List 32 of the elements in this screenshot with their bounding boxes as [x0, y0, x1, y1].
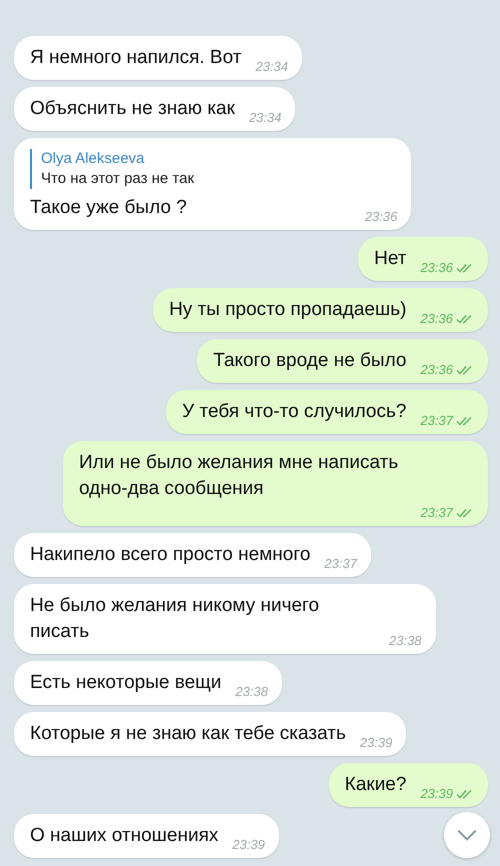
- message-time: 23:38: [235, 684, 268, 699]
- message-time: 23:36: [420, 311, 453, 326]
- message-time: 23:34: [248, 110, 282, 125]
- message-time: 23:37: [420, 505, 453, 520]
- message-text: У тебя что-то случилось?: [182, 400, 406, 424]
- message-text: Или не было желания мне написать одно-два сообщения: [79, 451, 400, 501]
- message-time: 23:37: [420, 413, 453, 428]
- message-text: Такое уже было ?: [30, 196, 187, 220]
- message-time: 23:39: [232, 837, 265, 852]
- message-text: Накипело всего просто немного: [30, 543, 310, 567]
- message-text: Нет: [374, 247, 406, 271]
- message-text: Не было желания никому ничего писать: [30, 594, 320, 644]
- message-time: 23:36: [364, 209, 398, 224]
- message-text: Объяснить не знаю как: [30, 97, 235, 121]
- message-text: О наших отношениях: [30, 824, 218, 848]
- message-time: 23:39: [420, 786, 453, 801]
- reply-author: Olya Alekseeva: [41, 149, 146, 169]
- scroll-down-button[interactable]: [444, 812, 490, 858]
- message-text: Ну ты просто пропадаешь): [169, 298, 406, 322]
- message-time: 23:36: [420, 362, 453, 377]
- message-time: 23:37: [324, 556, 357, 571]
- reply-quote[interactable]: Olya Alekseeva Что на этот раз не так: [30, 149, 398, 189]
- message-time: 23:39: [360, 735, 392, 750]
- message-text: Какие?: [344, 773, 406, 797]
- message-text: Есть некоторые вещи: [30, 671, 222, 695]
- message-time: 23:36: [420, 260, 453, 275]
- message-time: 23:38: [389, 633, 422, 648]
- reply-text: Что на этот раз не так: [41, 169, 196, 189]
- message-text: Которые я не знаю как тебе сказать: [30, 722, 346, 746]
- message-time: 23:34: [255, 59, 288, 74]
- message-text: Я немного напился. Вот: [30, 46, 242, 70]
- message-text: Такого вроде не было: [213, 349, 406, 373]
